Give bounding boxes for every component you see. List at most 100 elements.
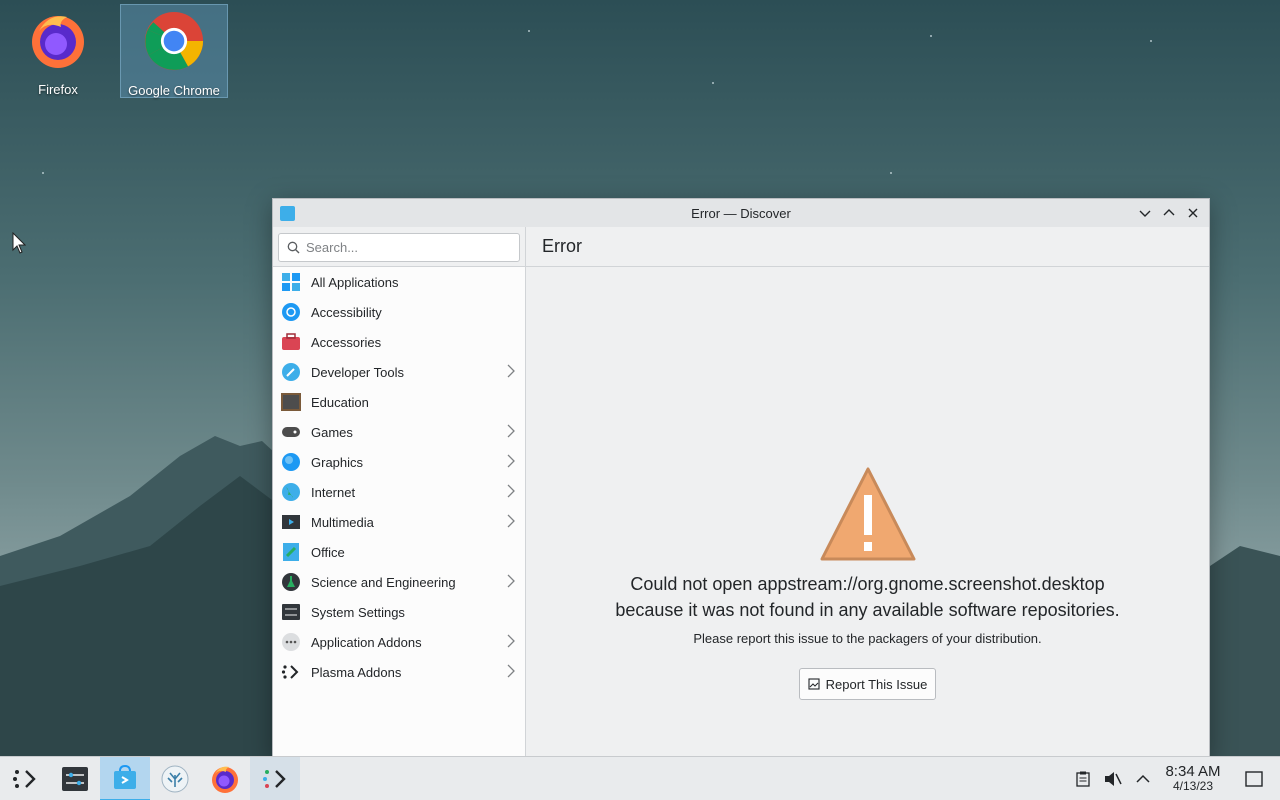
firefox-icon xyxy=(28,8,88,72)
tray-expand-button[interactable] xyxy=(1128,774,1158,784)
clock-time: 8:34 AM xyxy=(1165,763,1221,780)
sidebar-item-office[interactable]: Office xyxy=(273,537,525,567)
coral-app-icon xyxy=(161,765,189,792)
chevron-up-icon xyxy=(1136,774,1150,783)
sidebar-item-label: Graphics xyxy=(311,454,364,470)
chevron-down-icon xyxy=(1139,210,1151,217)
addons-icon xyxy=(281,632,301,652)
chevron-right-icon xyxy=(507,424,515,441)
sidebar-item-label: Application Addons xyxy=(311,634,422,650)
sidebar-item-label: All Applications xyxy=(311,274,399,290)
sidebar-item-label: Office xyxy=(311,544,345,560)
sidebar-item-games[interactable]: Games xyxy=(273,417,525,447)
discover-app-icon xyxy=(280,206,295,221)
desktop-icon-firefox[interactable]: Firefox xyxy=(4,4,112,98)
category-list: All Applications Accessibility Accessories… xyxy=(273,267,525,687)
chalkboard-icon xyxy=(281,392,301,412)
application-launcher[interactable] xyxy=(0,757,50,800)
multimedia-icon xyxy=(281,512,301,532)
sidebar-item-accessories[interactable]: Accessories xyxy=(273,327,525,357)
main-content: Error Could not open appstream://org.gno… xyxy=(526,227,1209,757)
globe-icon xyxy=(281,482,301,502)
taskbar-firefox[interactable] xyxy=(200,757,250,800)
star xyxy=(1150,40,1152,42)
wrench-icon xyxy=(281,362,301,382)
sidebar-item-system-settings[interactable]: System Settings xyxy=(273,597,525,627)
show-desktop-button[interactable] xyxy=(1228,771,1280,787)
error-message: Could not open appstream://org.gnome.scr… xyxy=(615,571,1119,623)
taskbar-app-coral[interactable] xyxy=(150,757,200,800)
chevron-right-icon xyxy=(507,514,515,531)
toolbox-icon xyxy=(281,332,301,352)
sidebar-item-application-addons[interactable]: Application Addons xyxy=(273,627,525,657)
sidebar-item-plasma-addons[interactable]: Plasma Addons xyxy=(273,657,525,687)
maximize-button[interactable] xyxy=(1159,203,1179,223)
grid-icon xyxy=(281,272,301,292)
clock-date: 4/13/23 xyxy=(1172,779,1214,793)
volume-button[interactable] xyxy=(1098,771,1128,787)
sidebar-item-label: Developer Tools xyxy=(311,364,404,380)
clipboard-icon xyxy=(1076,771,1090,787)
sidebar-item-label: Accessories xyxy=(311,334,382,350)
report-issue-label: Report This Issue xyxy=(825,676,928,692)
page-title: Error xyxy=(526,227,1209,267)
search-input[interactable] xyxy=(306,240,506,255)
minimize-button[interactable] xyxy=(1135,203,1155,223)
gamepad-icon xyxy=(281,422,301,442)
mouse-cursor-icon xyxy=(12,232,26,254)
taskbar-plasma[interactable] xyxy=(250,756,300,800)
sidebar-item-label: Internet xyxy=(311,484,356,500)
taskbar-discover[interactable] xyxy=(100,756,150,800)
desktop-icon-label: Google Chrome xyxy=(128,83,220,98)
desktop-icon-label: Firefox xyxy=(38,82,78,97)
warning-icon xyxy=(820,467,915,561)
sidebar-item-label: Accessibility xyxy=(311,304,382,320)
chevron-right-icon xyxy=(507,454,515,471)
sidebar-item-all-applications[interactable]: All Applications xyxy=(273,267,525,297)
sidebar-item-internet[interactable]: Internet xyxy=(273,477,525,507)
error-panel: Could not open appstream://org.gnome.scr… xyxy=(526,267,1209,757)
star xyxy=(890,172,892,174)
star xyxy=(42,172,44,174)
sidebar-item-multimedia[interactable]: Multimedia xyxy=(273,507,525,537)
error-message-line2: because it was not found in any availabl… xyxy=(615,600,1120,620)
star xyxy=(712,82,714,84)
discover-icon xyxy=(114,764,136,789)
window-title: Error — Discover xyxy=(691,205,791,221)
search-field[interactable] xyxy=(278,233,520,262)
sidebar-item-science-and-engineering[interactable]: Science and Engineering xyxy=(273,567,525,597)
settings-icon xyxy=(62,766,88,791)
sidebar-item-label: Multimedia xyxy=(311,514,374,530)
sidebar: All Applications Accessibility Accessories… xyxy=(273,227,526,757)
close-button[interactable] xyxy=(1183,203,1203,223)
digital-clock[interactable]: 8:34 AM 4/13/23 xyxy=(1158,764,1228,794)
flask-icon xyxy=(281,572,301,592)
sidebar-item-accessibility[interactable]: Accessibility xyxy=(273,297,525,327)
close-icon xyxy=(1188,208,1198,218)
taskbar-system-settings[interactable] xyxy=(50,757,100,800)
accessibility-icon xyxy=(281,302,301,322)
chevron-right-icon xyxy=(507,364,515,381)
sidebar-item-label: System Settings xyxy=(311,604,405,620)
chevron-right-icon xyxy=(507,634,515,651)
error-message-line1: Could not open appstream://org.gnome.scr… xyxy=(630,574,1105,594)
desktop-icon-chrome[interactable]: Google Chrome xyxy=(120,4,228,98)
plasma-icon xyxy=(263,769,286,788)
sidebar-item-label: Games xyxy=(311,424,353,440)
launcher-icon xyxy=(13,769,36,788)
system-tray: 8:34 AM 4/13/23 xyxy=(1068,757,1280,800)
sidebar-item-developer-tools[interactable]: Developer Tools xyxy=(273,357,525,387)
star xyxy=(528,30,530,32)
clipboard-button[interactable] xyxy=(1068,771,1098,787)
sidebar-item-label: Plasma Addons xyxy=(311,664,402,680)
sidebar-item-education[interactable]: Education xyxy=(273,387,525,417)
settings-icon xyxy=(281,602,301,622)
window-titlebar[interactable]: Error — Discover xyxy=(273,199,1209,227)
chevron-right-icon xyxy=(507,484,515,501)
error-hint: Please report this issue to the packager… xyxy=(693,631,1042,646)
star xyxy=(930,35,932,37)
show-desktop-icon xyxy=(1245,771,1263,787)
firefox-icon xyxy=(212,766,238,793)
report-issue-button[interactable]: Report This Issue xyxy=(798,668,937,700)
sidebar-item-graphics[interactable]: Graphics xyxy=(273,447,525,477)
